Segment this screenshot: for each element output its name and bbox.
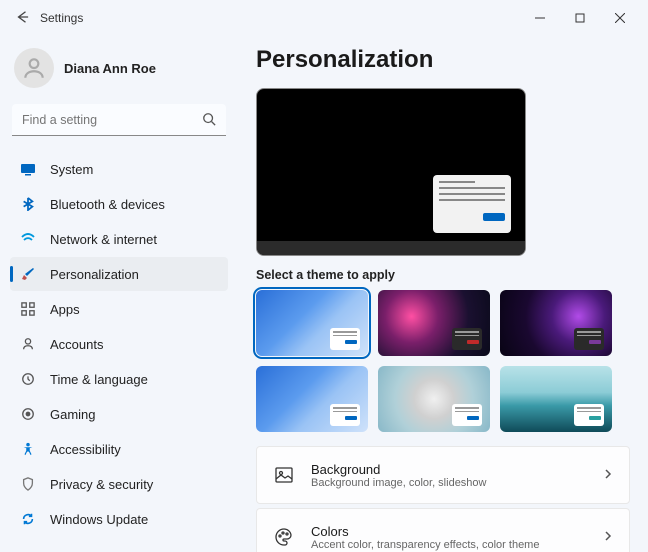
- nav-personalization[interactable]: Personalization: [10, 257, 228, 291]
- row-desc: Background image, color, slideshow: [311, 477, 486, 489]
- nav-privacy[interactable]: Privacy & security: [10, 467, 228, 501]
- nav-time[interactable]: Time & language: [10, 362, 228, 396]
- theme-option-1[interactable]: [256, 290, 368, 356]
- shield-icon: [20, 476, 36, 492]
- window-title: Settings: [40, 11, 83, 25]
- theme-option-4[interactable]: [256, 366, 368, 432]
- nav-list: System Bluetooth & devices Network & int…: [10, 152, 228, 536]
- settings-rows: BackgroundBackground image, color, slide…: [256, 446, 630, 552]
- apps-icon: [20, 301, 36, 317]
- nav-system[interactable]: System: [10, 152, 228, 186]
- paintbrush-icon: [20, 266, 36, 282]
- page-heading: Personalization: [256, 46, 630, 74]
- nav-label: Gaming: [50, 407, 96, 422]
- theme-option-3[interactable]: [500, 290, 612, 356]
- search-icon: [202, 112, 216, 131]
- gaming-icon: [20, 406, 36, 422]
- accessibility-icon: [20, 441, 36, 457]
- titlebar: Settings: [0, 0, 648, 36]
- theme-grid: [256, 290, 630, 432]
- theme-option-6[interactable]: [500, 366, 612, 432]
- minimize-button[interactable]: [520, 4, 560, 32]
- theme-subheading: Select a theme to apply: [256, 268, 630, 282]
- bluetooth-icon: [20, 196, 36, 212]
- nav-label: Personalization: [50, 267, 139, 282]
- nav-label: Accessibility: [50, 442, 121, 457]
- sidebar: Diana Ann Roe System Bluetooth & devices…: [0, 36, 238, 552]
- row-title: Colors: [311, 524, 539, 539]
- search-box[interactable]: [12, 104, 226, 136]
- palette-icon: [273, 526, 295, 548]
- close-button[interactable]: [600, 4, 640, 32]
- clock-icon: [20, 371, 36, 387]
- nav-label: System: [50, 162, 93, 177]
- desktop-preview: [256, 88, 526, 256]
- main-content: Personalization Select a theme to apply …: [238, 36, 648, 552]
- nav-accounts[interactable]: Accounts: [10, 327, 228, 361]
- row-background[interactable]: BackgroundBackground image, color, slide…: [256, 446, 630, 504]
- nav-label: Windows Update: [50, 512, 148, 527]
- nav-label: Accounts: [50, 337, 103, 352]
- nav-label: Time & language: [50, 372, 148, 387]
- nav-network[interactable]: Network & internet: [10, 222, 228, 256]
- user-profile[interactable]: Diana Ann Roe: [14, 48, 224, 88]
- system-icon: [20, 161, 36, 177]
- nav-label: Privacy & security: [50, 477, 153, 492]
- theme-option-2[interactable]: [378, 290, 490, 356]
- nav-gaming[interactable]: Gaming: [10, 397, 228, 431]
- avatar: [14, 48, 54, 88]
- nav-update[interactable]: Windows Update: [10, 502, 228, 536]
- chevron-right-icon: [603, 528, 613, 546]
- image-icon: [273, 464, 295, 486]
- back-button[interactable]: [8, 10, 36, 27]
- search-input[interactable]: [12, 104, 226, 136]
- chevron-right-icon: [603, 466, 613, 484]
- nav-label: Bluetooth & devices: [50, 197, 165, 212]
- row-desc: Accent color, transparency effects, colo…: [311, 539, 539, 551]
- nav-label: Apps: [50, 302, 80, 317]
- accounts-icon: [20, 336, 36, 352]
- row-title: Background: [311, 462, 486, 477]
- nav-accessibility[interactable]: Accessibility: [10, 432, 228, 466]
- nav-label: Network & internet: [50, 232, 157, 247]
- row-colors[interactable]: ColorsAccent color, transparency effects…: [256, 508, 630, 552]
- maximize-button[interactable]: [560, 4, 600, 32]
- nav-bluetooth[interactable]: Bluetooth & devices: [10, 187, 228, 221]
- nav-apps[interactable]: Apps: [10, 292, 228, 326]
- wifi-icon: [20, 231, 36, 247]
- user-name: Diana Ann Roe: [64, 61, 156, 76]
- update-icon: [20, 511, 36, 527]
- theme-option-5[interactable]: [378, 366, 490, 432]
